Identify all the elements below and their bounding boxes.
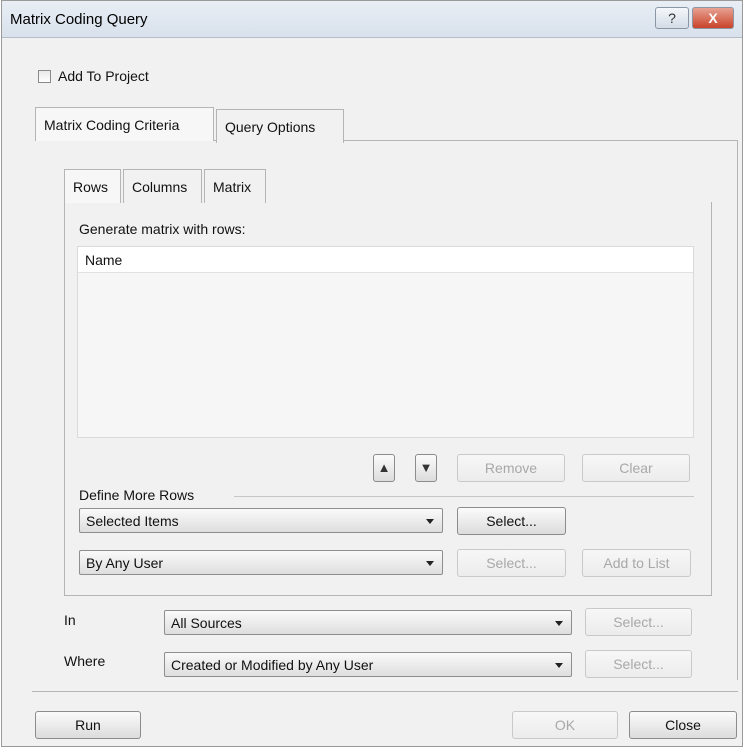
- close-icon[interactable]: X: [692, 7, 734, 29]
- tab-matrix-label: Matrix: [213, 179, 252, 195]
- list-column-header[interactable]: Name: [78, 247, 693, 273]
- tab-matrix-coding-criteria-label: Matrix Coding Criteria: [44, 117, 180, 133]
- define-more-rows-label: Define More Rows: [79, 487, 195, 503]
- where-combo-value: Created or Modified by Any User: [171, 657, 374, 673]
- add-to-project-checkbox[interactable]: [38, 70, 51, 83]
- ok-button[interactable]: OK: [512, 711, 618, 739]
- name-column-label: Name: [85, 252, 123, 268]
- move-up-button[interactable]: ▲: [373, 454, 395, 482]
- rows-list[interactable]: Name: [77, 246, 694, 438]
- user-combo-value: By Any User: [86, 555, 164, 571]
- in-combo[interactable]: All Sources: [164, 610, 572, 635]
- chevron-down-icon: [555, 621, 563, 626]
- window-title: Matrix Coding Query: [10, 11, 148, 28]
- in-combo-value: All Sources: [171, 615, 242, 631]
- close-button[interactable]: Close: [629, 711, 737, 739]
- tab-query-options-label: Query Options: [225, 119, 316, 135]
- in-label: In: [64, 612, 76, 628]
- add-to-project-label: Add To Project: [58, 68, 149, 84]
- tab-rows-label: Rows: [73, 179, 109, 195]
- footer-divider: [32, 691, 738, 692]
- tab-columns[interactable]: Columns: [123, 169, 202, 203]
- where-select-button[interactable]: Select...: [585, 650, 692, 678]
- add-to-list-button[interactable]: Add to List: [582, 549, 691, 577]
- clear-button[interactable]: Clear: [582, 454, 690, 482]
- arrow-up-icon: ▲: [377, 460, 391, 475]
- tab-columns-label: Columns: [132, 179, 188, 195]
- move-down-button[interactable]: ▼: [415, 454, 437, 482]
- group-divider: [234, 496, 694, 497]
- chevron-down-icon: [426, 519, 434, 524]
- where-combo[interactable]: Created or Modified by Any User: [164, 652, 572, 677]
- items-combo[interactable]: Selected Items: [79, 508, 443, 533]
- chevron-down-icon: [555, 663, 563, 668]
- help-icon[interactable]: ?: [655, 7, 689, 29]
- where-label: Where: [64, 653, 106, 669]
- title-bar: Matrix Coding Query ? X: [2, 1, 742, 38]
- remove-button[interactable]: Remove: [457, 454, 565, 482]
- tab-query-options[interactable]: Query Options: [216, 109, 344, 143]
- tab-matrix[interactable]: Matrix: [204, 169, 266, 203]
- user-select-button[interactable]: Select...: [457, 549, 566, 577]
- tab-matrix-coding-criteria[interactable]: Matrix Coding Criteria: [35, 107, 214, 141]
- arrow-down-icon: ▼: [419, 460, 433, 475]
- tab-rows[interactable]: Rows: [64, 169, 121, 203]
- generate-rows-heading: Generate matrix with rows:: [79, 221, 246, 237]
- items-select-button[interactable]: Select...: [457, 507, 566, 535]
- run-button[interactable]: Run: [35, 711, 141, 739]
- items-combo-value: Selected Items: [86, 513, 179, 529]
- chevron-down-icon: [426, 561, 434, 566]
- user-combo[interactable]: By Any User: [79, 550, 443, 575]
- matrix-coding-query-dialog: Matrix Coding Query ? X Add To Project M…: [1, 0, 743, 747]
- in-select-button[interactable]: Select...: [585, 608, 692, 636]
